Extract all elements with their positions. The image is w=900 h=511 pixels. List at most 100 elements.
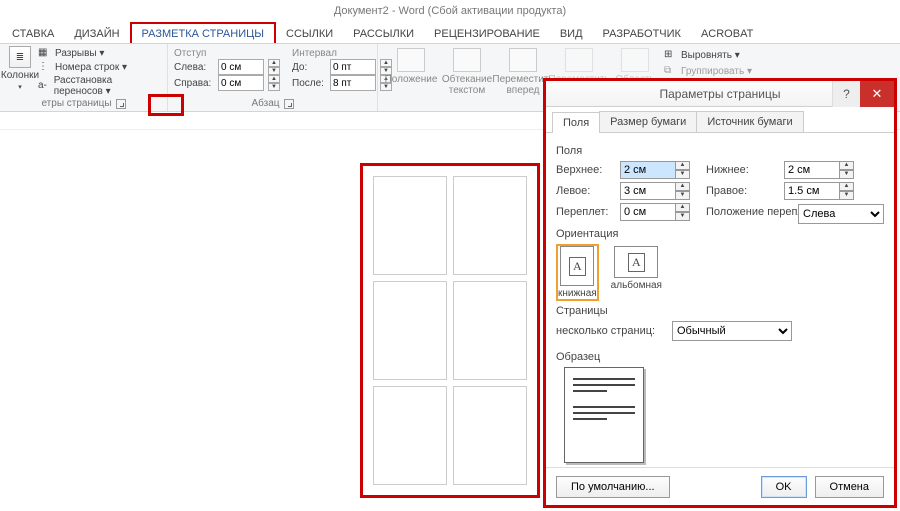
wrap-icon — [453, 48, 481, 72]
indent-left-up[interactable]: ▲ — [268, 59, 280, 67]
cancel-button[interactable]: Отмена — [815, 476, 884, 498]
margin-top-label: Верхнее: — [556, 164, 614, 176]
page-thumbnails — [360, 163, 540, 498]
tab-mailings[interactable]: РАССЫЛКИ — [343, 24, 424, 43]
tab-page-layout[interactable]: РАЗМЕТКА СТРАНИЦЫ — [130, 22, 276, 43]
margin-top-down[interactable]: ▼ — [676, 170, 690, 179]
hyphenation-menu[interactable]: a-Расстановка переносов ▾ — [38, 74, 161, 98]
columns-button[interactable]: ≣ Колонки ▾ — [6, 46, 34, 98]
dialog-help-button[interactable]: ? — [832, 81, 860, 107]
spacing-header: Интервал — [292, 48, 392, 59]
margin-right-label: Правое: — [706, 185, 778, 197]
dialog-tab-margins[interactable]: Поля — [552, 112, 600, 133]
margin-right-up[interactable]: ▲ — [840, 182, 854, 191]
default-button[interactable]: По умолчанию... — [556, 476, 670, 498]
spacing-before-input[interactable] — [330, 59, 376, 75]
section-orientation: Ориентация — [556, 228, 884, 240]
page-thumb[interactable] — [373, 386, 447, 485]
margin-top-up[interactable]: ▲ — [676, 161, 690, 170]
indent-left-input[interactable] — [218, 59, 264, 75]
multi-pages-label: несколько страниц: — [556, 325, 666, 337]
spacing-after-label: После: — [292, 78, 326, 89]
wrap-text-button[interactable]: Обтекание текстом — [440, 46, 494, 111]
portrait-icon: A — [560, 246, 594, 286]
tab-view[interactable]: ВИД — [550, 24, 593, 43]
dialog-tab-paper[interactable]: Размер бумаги — [599, 111, 697, 132]
page-setup-group-label: етры страницы — [41, 98, 111, 109]
dialog-title-text: Параметры страницы — [660, 87, 781, 101]
backward-icon — [565, 48, 593, 72]
section-margins: Поля — [556, 145, 884, 157]
page-setup-dialog: Параметры страницы ? ✕ Поля Размер бумаг… — [543, 78, 897, 508]
tab-references[interactable]: ССЫЛКИ — [276, 24, 343, 43]
tab-review[interactable]: РЕЦЕНЗИРОВАНИЕ — [424, 24, 550, 43]
columns-icon: ≣ — [9, 46, 31, 68]
gutter-up[interactable]: ▲ — [676, 203, 690, 212]
indent-left-down[interactable]: ▼ — [268, 67, 280, 75]
line-numbers-icon: ⋮ — [38, 61, 52, 73]
gutter-pos-select[interactable]: Слева — [798, 204, 884, 224]
ok-button[interactable]: OK — [761, 476, 807, 498]
group-menu[interactable]: ⧉Группировать ▾ — [664, 64, 752, 78]
title-bar: Документ2 - Word (Сбой активации продукт… — [0, 0, 900, 22]
dialog-body: Поля Верхнее: ▲▼ Нижнее: ▲▼ Левое: ▲▼ Пр… — [546, 133, 894, 467]
page-thumb[interactable] — [373, 176, 447, 275]
breaks-menu[interactable]: ▦Разрывы ▾ — [38, 46, 161, 60]
orientation-portrait[interactable]: A книжная — [556, 244, 599, 301]
dialog-close-button[interactable]: ✕ — [860, 81, 894, 107]
columns-label: Колонки — [1, 70, 39, 81]
gutter-input[interactable] — [620, 203, 676, 221]
gutter-label: Переплет: — [556, 206, 614, 218]
page-thumb[interactable] — [453, 176, 527, 275]
margin-bottom-down[interactable]: ▼ — [840, 170, 854, 179]
selection-icon — [621, 48, 649, 72]
orientation-landscape[interactable]: A альбомная — [609, 244, 664, 301]
margin-left-input[interactable] — [620, 182, 676, 200]
position-icon — [397, 48, 425, 72]
multi-pages-select[interactable]: Обычный — [672, 321, 792, 341]
group-icon: ⧉ — [664, 65, 678, 77]
forward-icon — [509, 48, 537, 72]
spacing-before-label: До: — [292, 62, 326, 73]
margin-left-label: Левое: — [556, 185, 614, 197]
page-setup-launcher[interactable] — [116, 99, 126, 109]
margin-right-down[interactable]: ▼ — [840, 191, 854, 200]
indent-right-down[interactable]: ▼ — [268, 83, 280, 91]
align-menu[interactable]: ⊞Выровнять ▾ — [664, 48, 752, 62]
page-thumb[interactable] — [453, 386, 527, 485]
tab-design[interactable]: ДИЗАЙН — [64, 24, 129, 43]
tab-developer[interactable]: РАЗРАБОТЧИК — [593, 24, 691, 43]
margin-right-input[interactable] — [784, 182, 840, 200]
bring-forward-button[interactable]: Переместить вперед — [496, 46, 550, 111]
indent-right-up[interactable]: ▲ — [268, 75, 280, 83]
dialog-titlebar: Параметры страницы ? ✕ — [546, 81, 894, 107]
section-pages: Страницы — [556, 305, 884, 317]
line-numbers-menu[interactable]: ⋮Номера строк ▾ — [38, 60, 161, 74]
indent-right-input[interactable] — [218, 75, 264, 91]
indent-left-label: Слева: — [174, 62, 214, 73]
page-thumb[interactable] — [373, 281, 447, 380]
gutter-down[interactable]: ▼ — [676, 212, 690, 221]
align-icon: ⊞ — [664, 49, 678, 61]
section-preview: Образец — [556, 351, 884, 363]
margin-bottom-up[interactable]: ▲ — [840, 161, 854, 170]
tab-acrobat[interactable]: ACROBAT — [691, 24, 763, 43]
margin-left-down[interactable]: ▼ — [676, 191, 690, 200]
dialog-tab-source[interactable]: Источник бумаги — [696, 111, 803, 132]
margin-bottom-label: Нижнее: — [706, 164, 778, 176]
margin-top-input[interactable] — [620, 161, 676, 179]
spacing-after-input[interactable] — [330, 75, 376, 91]
margin-left-up[interactable]: ▲ — [676, 182, 690, 191]
hyphenation-icon: a- — [38, 80, 51, 92]
dialog-footer: По умолчанию... OK Отмена — [546, 467, 894, 505]
ribbon-tabs: СТАВКА ДИЗАЙН РАЗМЕТКА СТРАНИЦЫ ССЫЛКИ Р… — [0, 22, 900, 44]
preview-box — [564, 367, 644, 463]
paragraph-group-label: Абзац — [251, 98, 279, 109]
margin-bottom-input[interactable] — [784, 161, 840, 179]
position-button[interactable]: Положение — [384, 46, 438, 111]
dialog-tabs: Поля Размер бумаги Источник бумаги — [546, 107, 894, 133]
tab-vstavka[interactable]: СТАВКА — [2, 24, 64, 43]
page-thumb[interactable] — [453, 281, 527, 380]
paragraph-launcher[interactable] — [284, 99, 294, 109]
indent-header: Отступ — [174, 48, 280, 59]
